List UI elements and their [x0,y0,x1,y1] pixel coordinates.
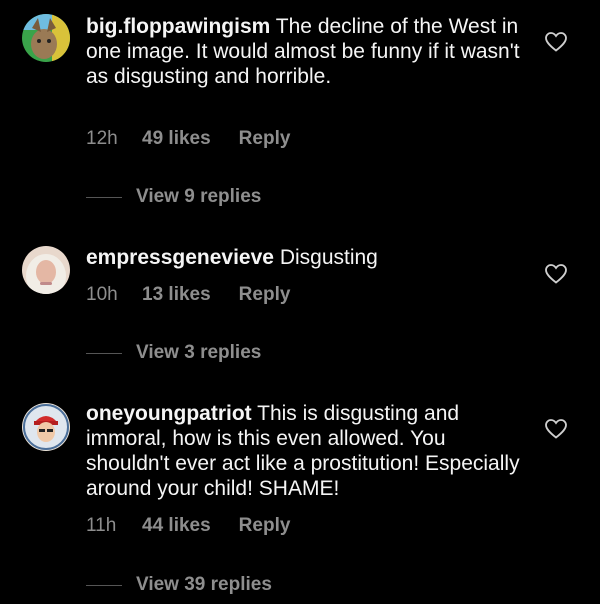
comment-text: oneyoungpatriot This is disgusting and i… [86,401,526,501]
divider-line [86,584,122,586]
comment-meta: 10h 13 likes Reply [86,284,290,306]
comment-meta: 12h 49 likes Reply [86,128,290,150]
heart-icon[interactable] [544,30,568,54]
username[interactable]: empressgenevieve [86,246,274,269]
avatar[interactable] [22,14,70,62]
avatar-image [22,246,70,294]
reply-button[interactable]: Reply [239,515,291,537]
comment-meta: 11h 44 likes Reply [86,515,290,537]
username[interactable]: big.floppawingism [86,15,270,38]
reply-button[interactable]: Reply [239,284,291,306]
view-replies-button[interactable]: View 3 replies [86,342,261,364]
username[interactable]: oneyoungpatriot [86,402,252,425]
avatar-image [22,403,70,451]
comment-body: Disgusting [279,246,378,269]
likes-count[interactable]: 44 likes [142,515,211,537]
comment-text: empressgenevieve Disgusting [86,245,526,270]
view-replies-label: View 9 replies [136,186,262,207]
avatar-image [22,14,70,62]
timestamp: 12h [86,128,118,149]
avatar[interactable] [22,246,70,294]
avatar[interactable] [22,403,70,451]
divider-line [86,196,122,198]
likes-count[interactable]: 49 likes [142,128,211,150]
divider-line [86,352,122,354]
view-replies-button[interactable]: View 9 replies [86,186,261,208]
view-replies-label: View 39 replies [136,574,272,595]
timestamp: 10h [86,284,118,305]
reply-button[interactable]: Reply [239,128,291,150]
heart-icon[interactable] [544,262,568,286]
likes-count[interactable]: 13 likes [142,284,211,306]
comment-text: big.floppawingism The decline of the Wes… [86,14,526,89]
heart-icon[interactable] [544,417,568,441]
view-replies-label: View 3 replies [136,342,262,363]
view-replies-button[interactable]: View 39 replies [86,574,272,596]
timestamp: 11h [86,515,117,536]
